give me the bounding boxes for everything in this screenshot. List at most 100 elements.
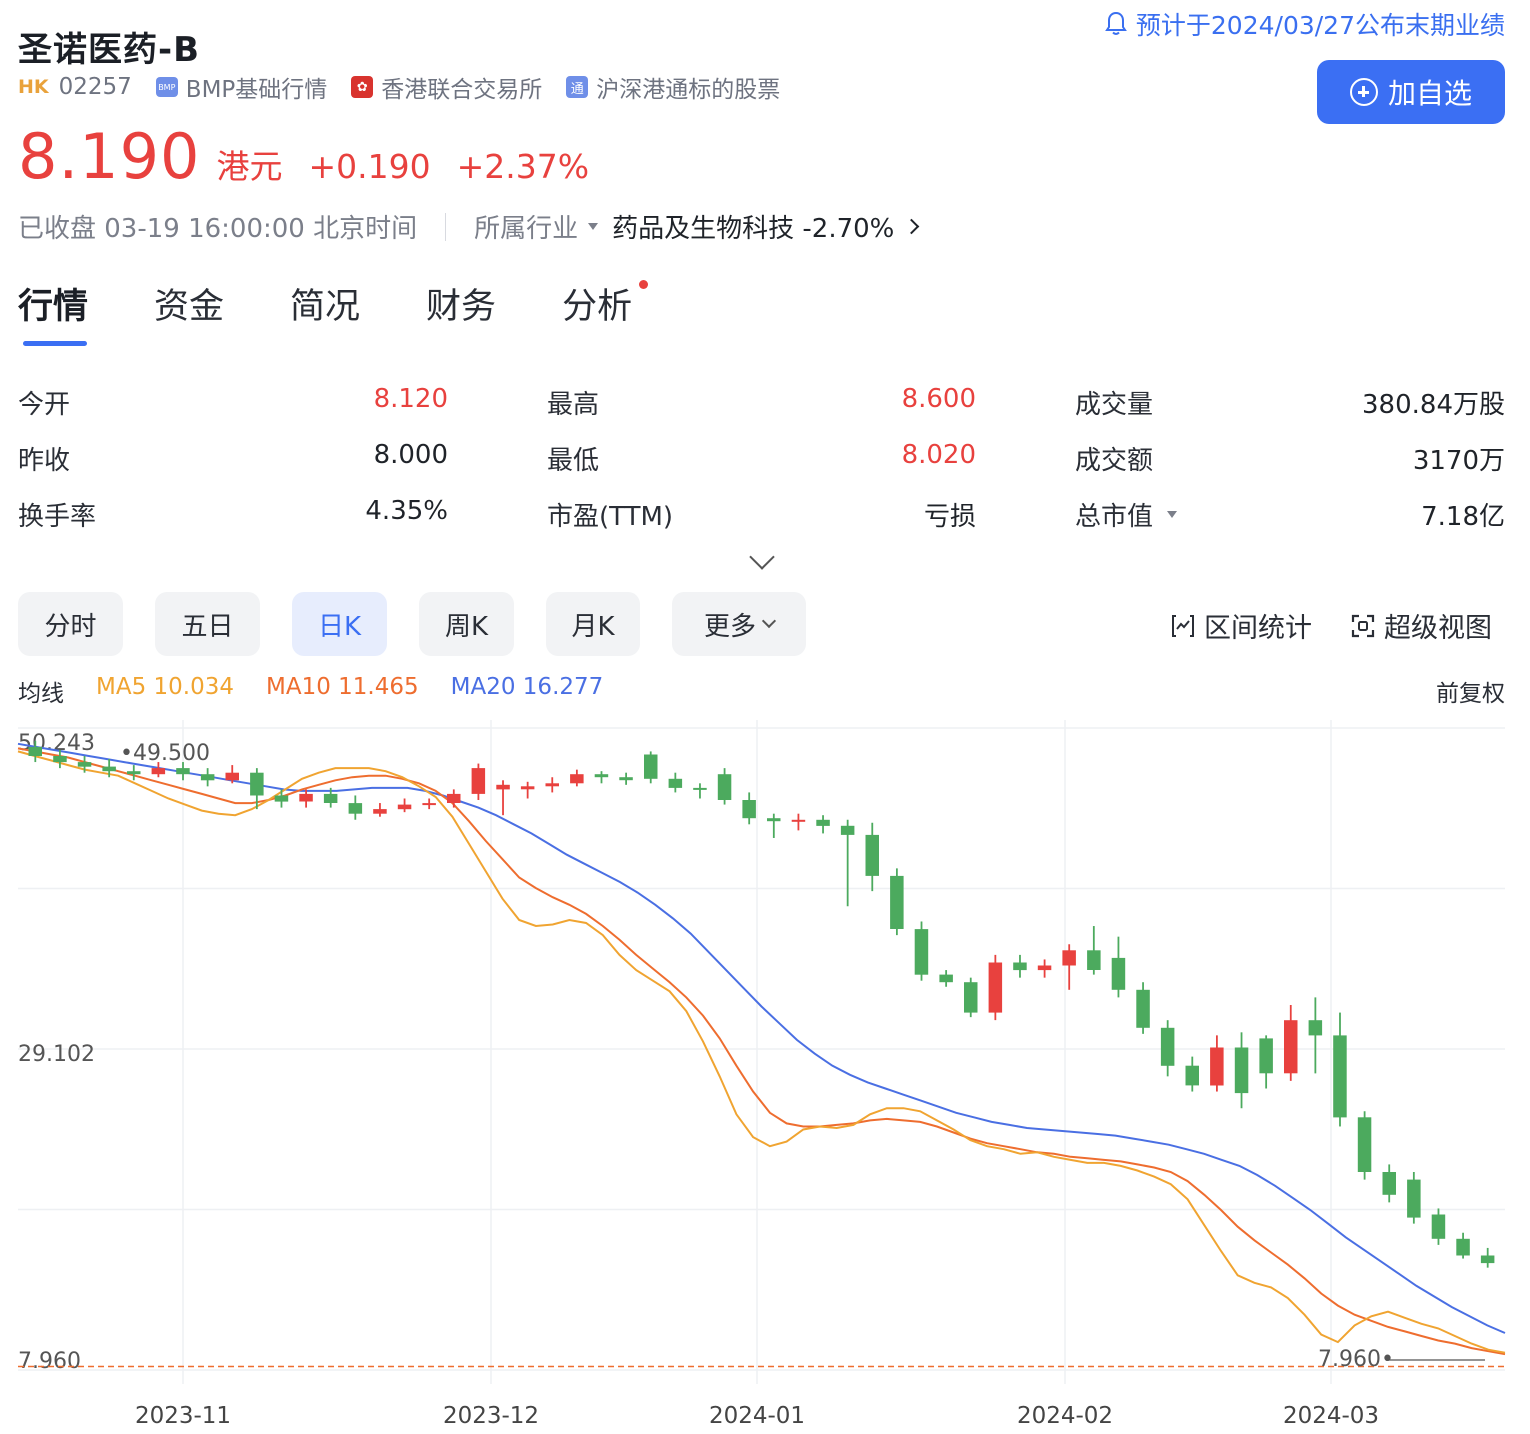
ma10-line	[17, 747, 1506, 1356]
candle-body	[890, 875, 904, 929]
candle-body	[1284, 1020, 1298, 1074]
price-change-pct: +2.37%	[456, 147, 590, 186]
exchange-info: ✿ 香港联合交易所	[351, 70, 542, 104]
market-cap-toggle[interactable]: 总市值	[1075, 496, 1178, 533]
open-value: 8.120	[373, 384, 448, 414]
price-change: +0.190	[308, 147, 431, 186]
bmp-label: BMP基础行情	[185, 77, 328, 103]
stock-code: 02257	[58, 74, 132, 100]
ma-legend: 均线 MA5 10.034 MA10 11.465 MA20 16.277	[18, 674, 635, 708]
candle-body	[1480, 1255, 1495, 1264]
open-label: 今开	[18, 390, 71, 420]
status-row: 已收盘 03-19 16:00:00 北京时间 所属行业 药品及生物科技 -2.…	[18, 208, 920, 245]
bmp-icon: BMP	[155, 77, 178, 97]
candle-body	[102, 766, 116, 772]
period-intraday[interactable]: 分时	[18, 592, 123, 656]
candle-body	[1407, 1179, 1421, 1218]
volume-value: 380.84万股	[1362, 390, 1505, 420]
market-cap-label: 总市值	[1075, 502, 1154, 532]
candle-body	[447, 793, 461, 803]
max-price-label: •49.500	[120, 741, 210, 766]
candle-body	[1259, 1038, 1273, 1074]
connect-icon: 通	[566, 76, 589, 98]
candle-body	[939, 974, 953, 983]
add-watchlist-button[interactable]: 加自选	[1317, 60, 1505, 124]
candle-body	[816, 819, 830, 826]
tab-capital[interactable]: 资金	[154, 278, 224, 340]
candle-body	[127, 771, 141, 775]
low-value: 8.020	[901, 440, 976, 470]
industry-link[interactable]: 所属行业 药品及生物科技 -2.70%	[474, 208, 920, 245]
earnings-notice[interactable]: 预计于2024/03/27公布末期业绩	[1104, 6, 1505, 42]
candle-body	[53, 756, 67, 763]
candle-body	[1013, 962, 1027, 971]
period-5day[interactable]: 五日	[155, 592, 260, 656]
bmp-quote-link[interactable]: BMP BMP基础行情	[155, 70, 328, 104]
turnover-rate-value: 4.35%	[365, 496, 448, 526]
caret-down-icon	[1167, 511, 1178, 518]
candle-body	[250, 772, 264, 796]
notification-dot	[639, 280, 649, 289]
turnover-value: 3170万	[1412, 446, 1505, 476]
super-view-label: 超级视图	[1384, 613, 1492, 644]
period-more-dropdown[interactable]: 更多	[672, 592, 806, 656]
pe-label: 市盈(TTM)	[547, 502, 674, 532]
tab-financials[interactable]: 财务	[426, 278, 496, 340]
plus-circle-icon	[1349, 78, 1378, 106]
candles	[28, 740, 1495, 1268]
candle-body	[644, 754, 658, 779]
tab-analysis-label: 分析	[562, 287, 633, 327]
candle-body	[274, 795, 289, 802]
candle-body	[28, 746, 42, 756]
period-weekly-k[interactable]: 周K	[419, 592, 514, 656]
candle-body	[668, 778, 683, 788]
y-tick-label: 29.102	[18, 1042, 95, 1067]
pe-value: 亏损	[923, 502, 976, 532]
candle-body	[1210, 1047, 1224, 1086]
currency: 港元	[216, 147, 283, 186]
candle-body	[1382, 1172, 1396, 1195]
candle-body	[397, 804, 412, 810]
price-row: 8.190 港元 +0.190 +2.37%	[18, 120, 589, 193]
high-label: 最高	[547, 390, 600, 420]
divider	[445, 212, 447, 241]
expand-chevron-icon[interactable]	[749, 544, 775, 570]
candle-body	[176, 768, 190, 775]
turnover-rate-label: 换手率	[18, 502, 97, 532]
candle-body	[964, 982, 978, 1013]
candle-body	[1037, 965, 1052, 971]
ma5-line	[17, 750, 1506, 1354]
chevron-down-icon	[761, 613, 777, 629]
period-monthly-k[interactable]: 月K	[546, 592, 640, 656]
super-view-button[interactable]: 超级视图	[1350, 606, 1492, 645]
range-stats-button[interactable]: 区间统计	[1170, 606, 1312, 645]
candle-body	[693, 787, 707, 790]
candle-body	[200, 774, 215, 781]
candle-body	[151, 768, 166, 775]
candle-body	[1111, 957, 1126, 990]
market-status: 已收盘 03-19 16:00:00 北京时间	[18, 214, 418, 244]
active-tab-indicator	[23, 341, 87, 346]
chart-annotations: •49.500 7.960•	[18, 741, 1505, 1372]
ma5-value: MA5 10.034	[96, 674, 234, 700]
candle-body	[1062, 950, 1076, 966]
kline-chart[interactable]: 2023-11 2023-12 2024-01 2024-02 2024-0350.24…	[0, 720, 1530, 1434]
candle-body	[496, 784, 510, 790]
candle-body	[1431, 1214, 1446, 1239]
chevron-right-icon	[904, 218, 920, 235]
adjustment-toggle[interactable]: 前复权	[1436, 674, 1505, 708]
period-daily-k[interactable]: 日K	[292, 592, 387, 656]
bell-icon	[1105, 11, 1127, 35]
tab-quote[interactable]: 行情	[18, 278, 88, 340]
tab-profile[interactable]: 简况	[290, 278, 360, 340]
candle-body	[1456, 1238, 1470, 1256]
ma10-value: MA10 11.465	[266, 674, 419, 700]
candle-body	[865, 834, 879, 876]
candle-body	[299, 793, 313, 802]
industry-label: 所属行业	[474, 214, 579, 244]
x-tick-label: 2024-03	[1283, 1403, 1379, 1429]
candle-body	[619, 777, 633, 781]
candle-body	[77, 762, 92, 767]
tab-analysis[interactable]: 分析	[562, 278, 649, 340]
turnover-label: 成交额	[1075, 446, 1154, 476]
